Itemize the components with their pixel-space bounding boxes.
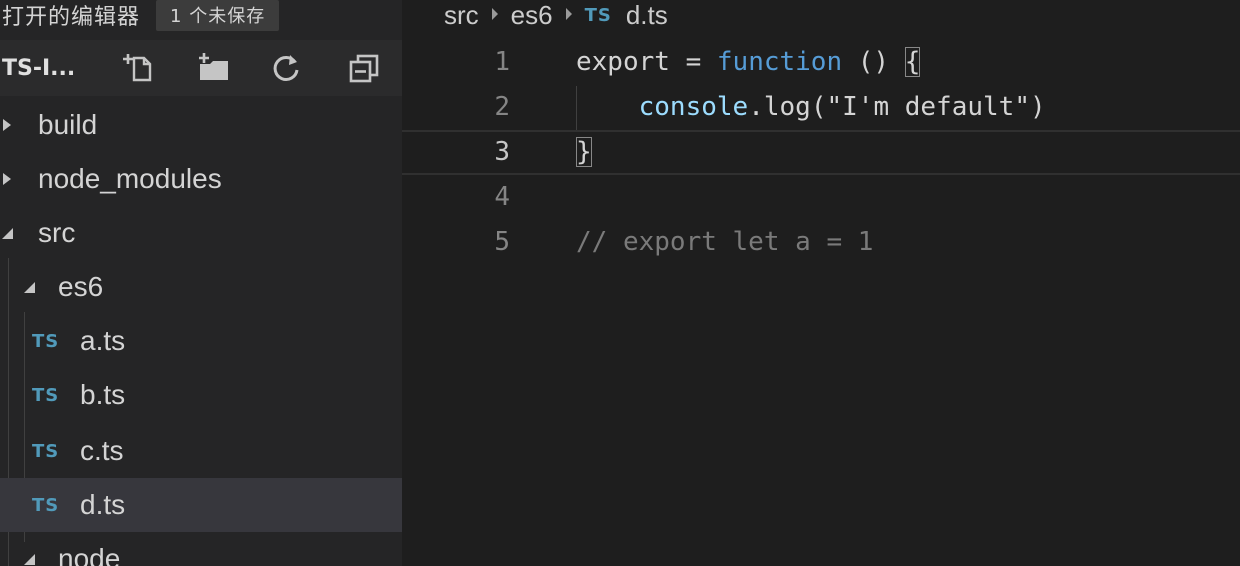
unsaved-count-badge: 1 个未保存 [156,0,280,31]
new-file-icon[interactable] [120,50,156,86]
tree-label: node_modules [38,163,222,194]
code-token: .log( [748,92,827,122]
tree-file-b-ts[interactable]: TS b.ts [0,368,402,422]
tree-folder-node[interactable]: node [0,532,402,566]
tree-folder-es6[interactable]: es6 [0,260,402,314]
code-line[interactable]: 3} [402,130,1240,175]
code-token: // export let a = 1 [576,227,874,257]
code-token: { [904,47,921,77]
line-number: 3 [494,137,510,167]
new-folder-icon[interactable] [196,50,232,86]
line-text: // export let a = 1 [576,220,873,265]
breadcrumb-item-file[interactable]: d.ts [626,0,668,31]
code-editor[interactable]: src es6 TS d.ts 1 export = function () {2… [402,0,1240,566]
tree-label: c.ts [80,435,124,466]
collapse-all-icon[interactable] [346,50,382,86]
chevron-right-icon [0,172,14,186]
chevron-right-icon [565,7,573,24]
line-number: 1 [494,47,510,77]
code-token: = [669,47,717,77]
tree-folder-src[interactable]: src [0,206,402,260]
breadcrumb-item-es6[interactable]: es6 [511,0,553,31]
code-token: console [638,92,749,122]
chevron-down-icon [0,226,14,240]
line-number: 4 [494,182,510,212]
refresh-icon[interactable] [268,50,304,86]
typescript-file-icon: TS [32,384,60,406]
code-token: "I'm default" [826,92,1030,122]
chevron-right-icon [491,7,499,24]
code-line[interactable]: 4 [402,175,1240,220]
tree-label: node [58,543,121,566]
line-text: } [576,132,592,173]
tree-label: d.ts [80,489,126,520]
chevron-down-icon [22,552,36,566]
chevron-right-icon [0,118,14,132]
tree-file-a-ts[interactable]: TS a.ts [0,314,402,368]
typescript-file-icon: TS [584,4,612,26]
breadcrumb: src es6 TS d.ts [444,0,668,30]
code-line[interactable]: 1 export = function () { [402,40,1240,85]
project-header[interactable]: TS-I... [0,40,402,96]
line-number: 2 [494,92,510,122]
code-line[interactable]: 2 console.log("I'm default") [402,85,1240,130]
explorer-sidebar: 打开的编辑器 1 个未保存 TS-I... build node_modules… [0,0,402,566]
tree-file-d-ts[interactable]: TS d.ts [0,478,402,532]
tree-label: build [38,109,98,140]
chevron-down-icon [22,280,36,294]
code-token: } [576,137,592,167]
code-line[interactable]: 5 // export let a = 1 [402,220,1240,265]
tree-label: es6 [58,271,104,302]
typescript-file-icon: TS [32,494,60,516]
line-text: console.log("I'm default") [576,85,1046,130]
project-name: TS-I... [2,55,76,81]
open-editors-header[interactable]: 打开的编辑器 1 个未保存 [0,0,402,31]
code-token: function [716,47,843,77]
code-token: () [842,47,905,77]
typescript-file-icon: TS [32,330,60,352]
tree-file-c-ts[interactable]: TS c.ts [0,424,402,478]
tree-folder-build[interactable]: build [0,98,402,152]
breadcrumb-item-src[interactable]: src [444,0,479,31]
open-editors-title: 打开的编辑器 [2,5,141,30]
code-token: ) [1029,92,1046,122]
tree-folder-node-modules[interactable]: node_modules [0,152,402,206]
tree-label: src [38,217,76,248]
tree-label: a.ts [80,325,126,356]
line-text: export = function () { [576,40,921,85]
typescript-file-icon: TS [32,440,60,462]
tree-label: b.ts [80,379,126,410]
line-number: 5 [494,227,510,257]
code-token: export [576,47,670,77]
